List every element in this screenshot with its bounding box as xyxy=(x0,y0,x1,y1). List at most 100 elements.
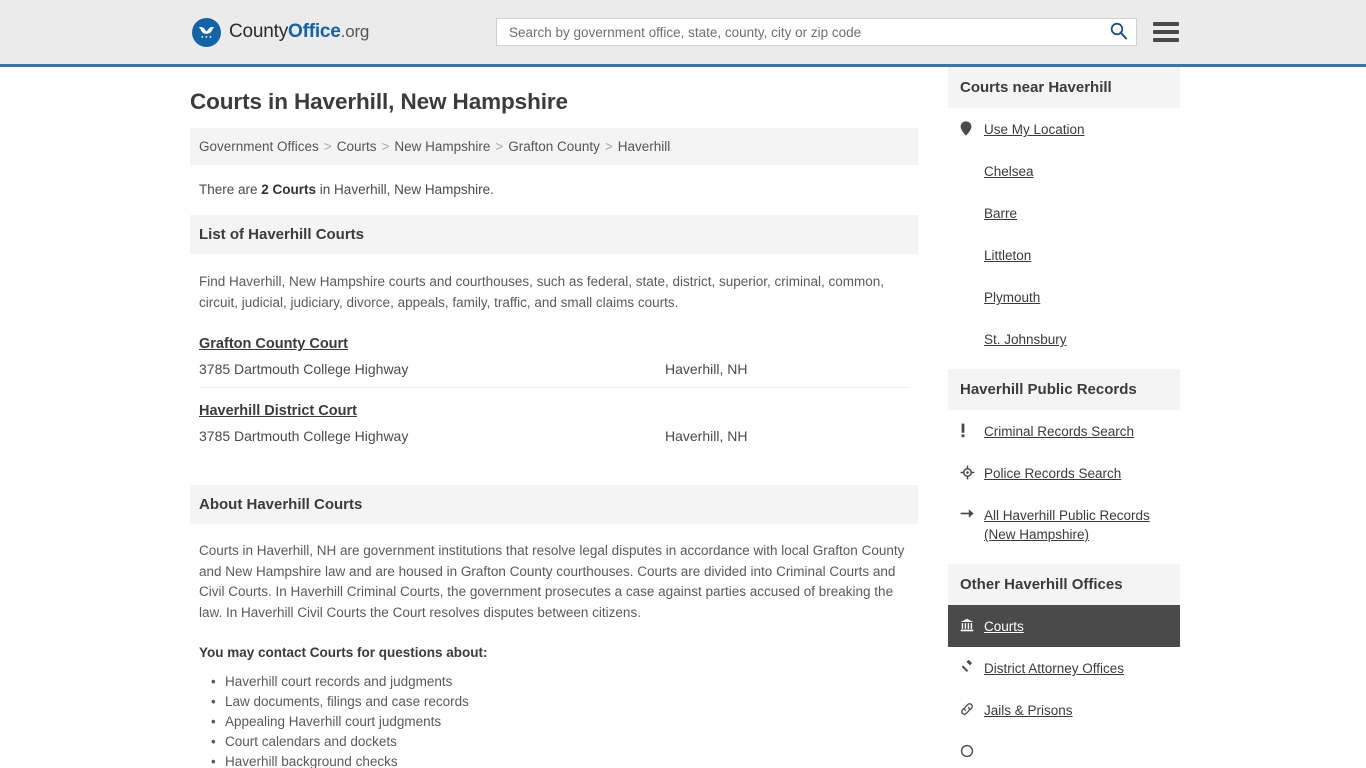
breadcrumb-item[interactable]: Courts xyxy=(337,139,377,154)
sidebar-item-district-attorney-offices[interactable]: District Attorney Offices xyxy=(948,647,1180,689)
eagle-shield-logo-icon xyxy=(192,17,221,47)
about-section: About Haverhill Courts Courts in Haverhi… xyxy=(190,485,918,768)
list-section-heading: List of Haverhill Courts xyxy=(190,215,918,254)
hamburger-menu-icon[interactable] xyxy=(1153,22,1179,42)
sidebar-item-criminal-records-search[interactable]: Criminal Records Search xyxy=(948,410,1180,452)
sidebar-item-police-records-search[interactable]: Police Records Search xyxy=(948,452,1180,494)
map-pin-icon xyxy=(960,121,978,136)
intro-count: 2 Courts xyxy=(261,182,317,197)
sidebar-block-heading: Other Haverhill Offices xyxy=(948,564,1180,605)
breadcrumb-item[interactable]: New Hampshire xyxy=(394,139,490,154)
intro-prefix: There are xyxy=(199,182,262,197)
sidebar: Courts near Haverhill Use My Location Chel… xyxy=(948,67,1180,768)
court-name-link[interactable]: Haverhill District Court xyxy=(199,403,357,419)
sidebar-block: Courts near Haverhill Use My Location Chel… xyxy=(948,67,1180,360)
court-address: 3785 Dartmouth College Highway xyxy=(199,361,409,377)
sidebar-item-jails-prisons[interactable]: Jails & Prisons xyxy=(948,689,1180,731)
list-section-description: Find Haverhill, New Hampshire courts and… xyxy=(199,274,885,310)
court-name-link[interactable]: Grafton County Court xyxy=(199,336,348,352)
court-city-state: Haverhill, NH xyxy=(665,428,748,444)
breadcrumb-separator: > xyxy=(495,139,504,154)
search-input[interactable] xyxy=(507,19,1107,45)
hamburger-bar-3 xyxy=(1153,38,1179,42)
logo-text-office: Office xyxy=(288,21,341,42)
site-header: CountyOffice.org xyxy=(0,0,1366,67)
gavel-icon xyxy=(960,660,978,674)
about-section-body: Courts in Haverhill, NH are government i… xyxy=(190,541,918,768)
sidebar-block-items: Use My Location Chelsea Barre Littleton Plym… xyxy=(948,108,1180,360)
sidebar-item-chelsea[interactable]: Chelsea xyxy=(948,150,1180,192)
sidebar-item-label: District Attorney Offices xyxy=(984,661,1125,676)
breadcrumb-item[interactable]: Haverhill xyxy=(618,139,671,154)
breadcrumb-separator: > xyxy=(604,139,613,154)
contact-list-item: Court calendars and dockets xyxy=(211,732,909,752)
hamburger-bar-2 xyxy=(1153,30,1179,34)
breadcrumb-separator: > xyxy=(323,139,332,154)
search-box[interactable] xyxy=(496,18,1137,46)
contact-list-item: Law documents, filings and case records xyxy=(211,692,909,712)
sidebar-block-items: Courts District Attorney Offices Jails & P… xyxy=(948,605,1180,768)
court-city-state: Haverhill, NH xyxy=(665,361,748,377)
sidebar-item-label: Courts xyxy=(984,619,1024,634)
main-column: Courts in Haverhill, New Hampshire Gover… xyxy=(190,67,918,768)
content-container: Courts in Haverhill, New Hampshire Gover… xyxy=(188,67,1180,768)
sidebar-item-st-johnsbury[interactable]: St. Johnsbury xyxy=(948,318,1180,360)
results-count-line: There are 2 Courts in Haverhill, New Ham… xyxy=(199,182,918,197)
sidebar-item-label: Criminal Records Search xyxy=(984,424,1135,439)
court-address: 3785 Dartmouth College Highway xyxy=(199,428,409,444)
page-title: Courts in Haverhill, New Hampshire xyxy=(190,89,568,114)
sidebar-item-plymouth[interactable]: Plymouth xyxy=(948,276,1180,318)
contact-list-item: Haverhill background checks xyxy=(211,752,909,768)
site-logo[interactable]: CountyOffice.org xyxy=(192,17,369,47)
sidebar-block-items: Criminal Records Search Police Records Se… xyxy=(948,410,1180,555)
sidebar-item-label: Jails & Prisons xyxy=(984,703,1073,718)
list-section-body: Find Haverhill, New Hampshire courts and… xyxy=(190,271,918,454)
sidebar-item-courts[interactable]: Courts xyxy=(948,605,1180,647)
sidebar-block-heading: Haverhill Public Records xyxy=(948,369,1180,410)
breadcrumb: Government Offices > Courts > New Hampshire >… xyxy=(190,128,918,165)
sidebar-item-label: Police Records Search xyxy=(984,466,1122,481)
hamburger-bar-1 xyxy=(1153,22,1179,26)
sidebar-item-all-haverhill-public-records-new-hampshire[interactable]: All Haverhill Public Records (New Hampsh… xyxy=(948,494,1180,555)
sidebar-block: Haverhill Public Records Criminal Records… xyxy=(948,369,1180,555)
sidebar-item-label: Use My Location xyxy=(984,122,1085,137)
sidebar-item-label: St. Johnsbury xyxy=(984,332,1067,347)
search-icon xyxy=(1109,21,1128,43)
contact-lead: You may contact Courts for questions abo… xyxy=(199,645,488,660)
contact-list-item: Appealing Haverhill court judgments xyxy=(211,712,909,732)
breadcrumb-item[interactable]: Grafton County xyxy=(508,139,600,154)
sidebar-item-label: Barre xyxy=(984,206,1018,221)
about-section-text: Courts in Haverhill, NH are government i… xyxy=(199,543,905,620)
contact-list-item: Haverhill court records and judgments xyxy=(211,672,909,692)
police-badge-icon xyxy=(960,465,978,480)
sidebar-block: Other Haverhill Offices Courts District At… xyxy=(948,564,1180,768)
chain-link-icon xyxy=(960,702,978,716)
court-meta: 3785 Dartmouth College Highway Haverhill,… xyxy=(199,361,909,377)
page-body: Courts in Haverhill, New Hampshire Gover… xyxy=(0,67,1366,768)
sidebar-item-label: Littleton xyxy=(984,248,1032,263)
sidebar-item-barre[interactable]: Barre xyxy=(948,192,1180,234)
court-row: Haverhill District Court 3785 Dartmouth C… xyxy=(199,402,909,454)
intro-suffix: in Haverhill, New Hampshire. xyxy=(316,182,494,197)
site-logo-text: CountyOffice.org xyxy=(229,21,369,43)
contact-list: Haverhill court records and judgmentsLaw… xyxy=(199,672,909,768)
sidebar-item-use-my-location[interactable]: Use My Location xyxy=(948,108,1180,150)
sidebar-item-label: Chelsea xyxy=(984,164,1034,179)
court-list: Grafton County Court 3785 Dartmouth Colle… xyxy=(199,335,909,454)
search-button[interactable] xyxy=(1107,21,1130,43)
logo-text-county: County xyxy=(229,21,289,42)
exclamation-icon xyxy=(960,423,978,438)
court-row: Grafton County Court 3785 Dartmouth Colle… xyxy=(199,335,909,388)
court-meta: 3785 Dartmouth College Highway Haverhill,… xyxy=(199,428,909,444)
sidebar-item-label: All Haverhill Public Records (New Hampsh… xyxy=(984,508,1150,542)
about-section-heading: About Haverhill Courts xyxy=(190,485,918,524)
sidebar-item-item[interactable] xyxy=(948,731,1180,768)
logo-text-org: .org xyxy=(340,22,370,41)
courthouse-icon xyxy=(960,618,978,632)
breadcrumb-item[interactable]: Government Offices xyxy=(199,139,319,154)
circle-icon xyxy=(960,744,978,758)
sidebar-item-littleton[interactable]: Littleton xyxy=(948,234,1180,276)
breadcrumb-separator: > xyxy=(381,139,390,154)
search-area xyxy=(496,18,1179,46)
arrow-right-icon xyxy=(960,507,978,520)
